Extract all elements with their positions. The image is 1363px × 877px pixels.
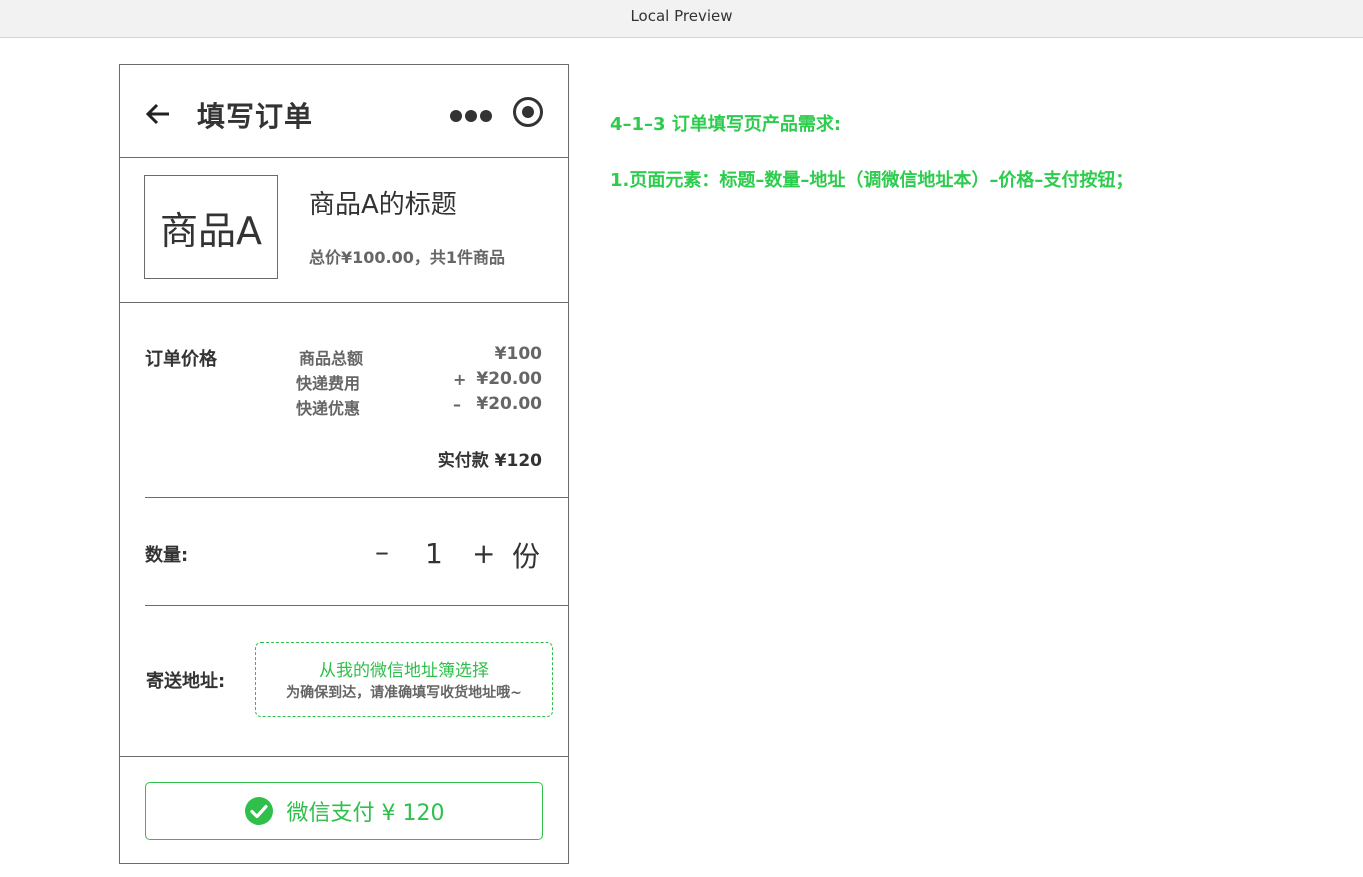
divider — [120, 302, 568, 303]
notes-item: 1.页面元素：标题–数量–地址（调微信地址本）–价格–支付按钮； — [610, 170, 1134, 191]
product-title: 商品A的标题 — [309, 190, 457, 220]
product-image-label: 商品A — [160, 208, 262, 253]
pay-button-label: 微信支付 ¥ 120 — [286, 801, 445, 826]
divider — [120, 756, 568, 757]
preview-window-bar: Local Preview — [0, 0, 1363, 38]
divider — [145, 605, 568, 606]
wechat-pay-button[interactable]: 微信支付 ¥ 120 — [145, 782, 543, 840]
phone-mockup: 填写订单 商品A 商品A的标题 总价¥100.00，共1件商品 订单价格 商品总… — [119, 64, 569, 864]
back-arrow-icon[interactable] — [146, 103, 170, 125]
quantity-increase-button[interactable]: + — [472, 537, 495, 570]
price-row-label: 商品总额 — [299, 349, 364, 368]
quantity-value: 1 — [425, 537, 443, 570]
price-row-label: 快递优惠 — [296, 399, 361, 418]
wechat-address-picker[interactable]: 从我的微信地址簿选择 为确保到达，请准确填写收货地址哦~ — [255, 642, 553, 717]
price-row-value: ¥100 — [494, 344, 542, 364]
order-price-label: 订单价格 — [145, 349, 217, 370]
price-row-value: ¥20.00 — [476, 369, 542, 389]
divider — [145, 497, 568, 498]
order-total: 实付款 ¥120 — [437, 451, 542, 471]
address-hint: 为确保到达，请准确填写收货地址哦~ — [286, 685, 522, 701]
price-row-sign: + — [453, 370, 467, 389]
address-label: 寄送地址: — [146, 671, 226, 692]
page-title: 填写订单 — [197, 100, 314, 133]
notes-heading: 4–1–3 订单填写页产品需求: — [610, 114, 842, 135]
quantity-unit: 份 — [512, 540, 541, 573]
check-circle-icon — [244, 797, 273, 825]
close-miniprogram-icon[interactable] — [513, 97, 543, 127]
more-options-icon[interactable] — [450, 107, 496, 122]
divider — [120, 157, 568, 158]
price-row-value: ¥20.00 — [476, 394, 542, 414]
product-image: 商品A — [144, 175, 278, 279]
price-row-sign: – — [453, 395, 461, 414]
product-subtitle: 总价¥100.00，共1件商品 — [309, 248, 506, 267]
address-picker-link[interactable]: 从我的微信地址簿选择 — [256, 656, 552, 681]
quantity-label: 数量: — [145, 545, 189, 566]
window-title: Local Preview — [630, 7, 733, 25]
price-row-label: 快递费用 — [296, 374, 361, 393]
quantity-decrease-button[interactable]: – — [375, 535, 389, 568]
